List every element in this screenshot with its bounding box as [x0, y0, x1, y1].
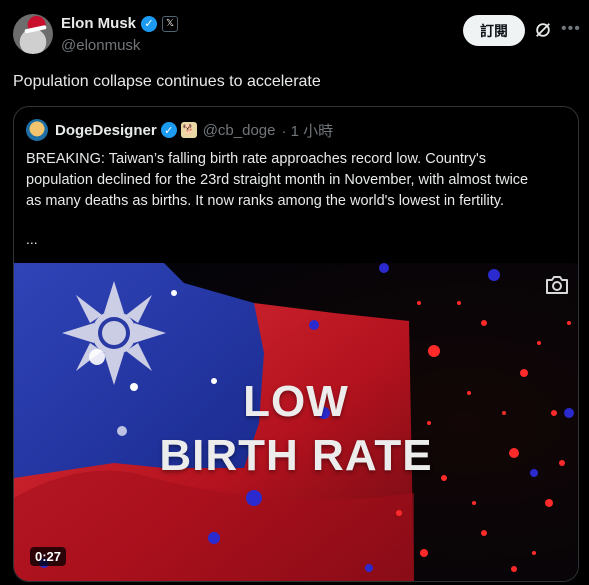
- video-player[interactable]: LOW BIRTH RATE 0:27: [14, 263, 578, 581]
- author-name[interactable]: Elon Musk: [61, 15, 136, 32]
- gold-badge-icon[interactable]: 🐕: [180, 122, 197, 138]
- grok-icon[interactable]: [534, 21, 552, 39]
- x-affiliate-icon[interactable]: 𝕏: [162, 15, 179, 32]
- more-icon[interactable]: •••: [561, 20, 581, 38]
- tweet-text: Population collapse continues to acceler…: [13, 73, 321, 90]
- quote-header: DogeDesigner ✓ 🐕 @cb_doge · 1 小時: [26, 119, 333, 141]
- quote-avatar[interactable]: [26, 119, 48, 141]
- author-name-row: Elon Musk ✓ 𝕏: [61, 15, 179, 32]
- author-handle[interactable]: @elonmusk: [61, 37, 140, 54]
- verified-icon[interactable]: ✓: [160, 122, 177, 138]
- quote-more: ...: [26, 231, 38, 247]
- quote-text: BREAKING: Taiwan’s falling birth rate ap…: [26, 151, 529, 209]
- author-avatar[interactable]: [13, 14, 53, 54]
- video-duration: 0:27: [30, 547, 67, 566]
- quote-handle[interactable]: @cb_doge: [203, 122, 276, 139]
- video-title-line-2: BIRTH RATE: [159, 431, 433, 480]
- tweet-header: Elon Musk ✓ 𝕏 @elonmusk 訂閱 •••: [0, 0, 589, 70]
- camera-icon[interactable]: [544, 273, 570, 297]
- subscribe-button[interactable]: 訂閱: [463, 15, 525, 46]
- quote-author-name[interactable]: DogeDesigner: [55, 122, 157, 139]
- video-title-line-1: LOW: [243, 377, 349, 426]
- verified-icon[interactable]: ✓: [141, 15, 158, 32]
- quoted-tweet[interactable]: DogeDesigner ✓ 🐕 @cb_doge · 1 小時 BREAKIN…: [13, 106, 579, 582]
- quote-time[interactable]: · 1 小時: [281, 120, 333, 141]
